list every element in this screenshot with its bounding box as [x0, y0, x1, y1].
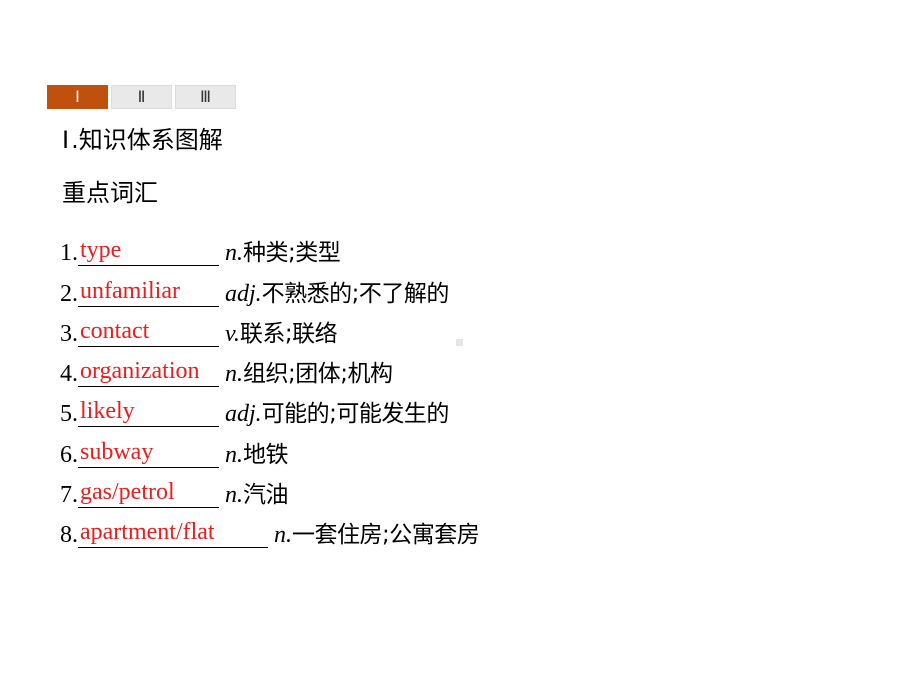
- vocab-item: 2. unfamiliar adj. 不熟悉的;不了解的: [60, 268, 479, 308]
- part-of-speech: v.: [225, 320, 240, 347]
- meaning: 不熟悉的;不了解的: [261, 280, 450, 307]
- answer-text: unfamiliar: [80, 277, 180, 304]
- vocab-item: 6. subway n. 地铁: [60, 429, 479, 469]
- answer-blank: type: [78, 235, 219, 267]
- vocab-item: 4. organization n. 组织;团体;机构: [60, 349, 479, 389]
- vocab-item: 5. likely adj. 可能的;可能发生的: [60, 389, 479, 429]
- part-of-speech: n.: [225, 361, 243, 388]
- section-tabs: Ⅰ Ⅱ Ⅲ: [47, 85, 236, 109]
- answer-blank: subway: [78, 437, 219, 468]
- vocab-item: 7. gas/petrol n. 汽油: [60, 470, 479, 510]
- answer-text: contact: [80, 317, 150, 344]
- item-number: 2.: [60, 280, 78, 307]
- meaning: 可能的;可能发生的: [261, 401, 450, 428]
- part-of-speech: adj.: [225, 401, 262, 428]
- item-number: 6.: [60, 441, 78, 468]
- part-of-speech: n.: [274, 522, 292, 549]
- slide-marker: [456, 339, 463, 346]
- answer-blank: gas/petrol: [78, 477, 219, 509]
- item-number: 1.: [60, 240, 78, 267]
- item-number: 5.: [60, 401, 78, 428]
- answer-blank: apartment/flat: [78, 517, 268, 549]
- item-number: 7.: [60, 482, 78, 509]
- tab-section-2[interactable]: Ⅱ: [111, 85, 172, 109]
- part-of-speech: n.: [225, 482, 243, 509]
- part-of-speech: n.: [225, 240, 243, 267]
- answer-blank: organization: [78, 356, 219, 388]
- answer-text: likely: [80, 398, 135, 425]
- key-vocabulary-heading: 重点词汇: [62, 179, 158, 207]
- tab-section-3[interactable]: Ⅲ: [175, 85, 236, 109]
- section-title: Ⅰ.知识体系图解: [62, 124, 223, 157]
- tab-section-1[interactable]: Ⅰ: [47, 85, 108, 109]
- section-title-text: .知识体系图解: [71, 126, 223, 154]
- answer-text: organization: [80, 358, 200, 385]
- answer-text: type: [80, 237, 122, 264]
- part-of-speech: adj.: [225, 280, 262, 307]
- answer-blank: contact: [78, 316, 219, 347]
- section-roman-numeral: Ⅰ: [62, 128, 70, 154]
- answer-text: apartment/flat: [80, 519, 215, 546]
- vocab-list: 1. type n. 种类;类型 2. unfamiliar adj. 不熟悉的;不…: [60, 228, 480, 550]
- item-number: 3.: [60, 320, 78, 347]
- vocab-item: 1. type n. 种类;类型: [60, 228, 479, 268]
- meaning: 组织;团体;机构: [243, 361, 393, 388]
- meaning: 地铁: [243, 441, 289, 468]
- item-number: 8.: [60, 522, 78, 549]
- item-number: 4.: [60, 361, 78, 388]
- vocab-item: 3. contact v. 联系;联络: [60, 309, 479, 349]
- answer-blank: likely: [78, 396, 219, 428]
- meaning: 联系;联络: [239, 320, 338, 347]
- answer-text: gas/petrol: [80, 479, 175, 506]
- meaning: 种类;类型: [243, 240, 341, 267]
- answer-blank: unfamiliar: [78, 276, 219, 307]
- answer-text: subway: [80, 438, 154, 465]
- meaning: 一套住房;公寓套房: [292, 522, 480, 549]
- part-of-speech: n.: [225, 441, 243, 468]
- vocab-item: 8. apartment/flat n. 一套住房;公寓套房: [60, 510, 480, 550]
- meaning: 汽油: [243, 482, 289, 509]
